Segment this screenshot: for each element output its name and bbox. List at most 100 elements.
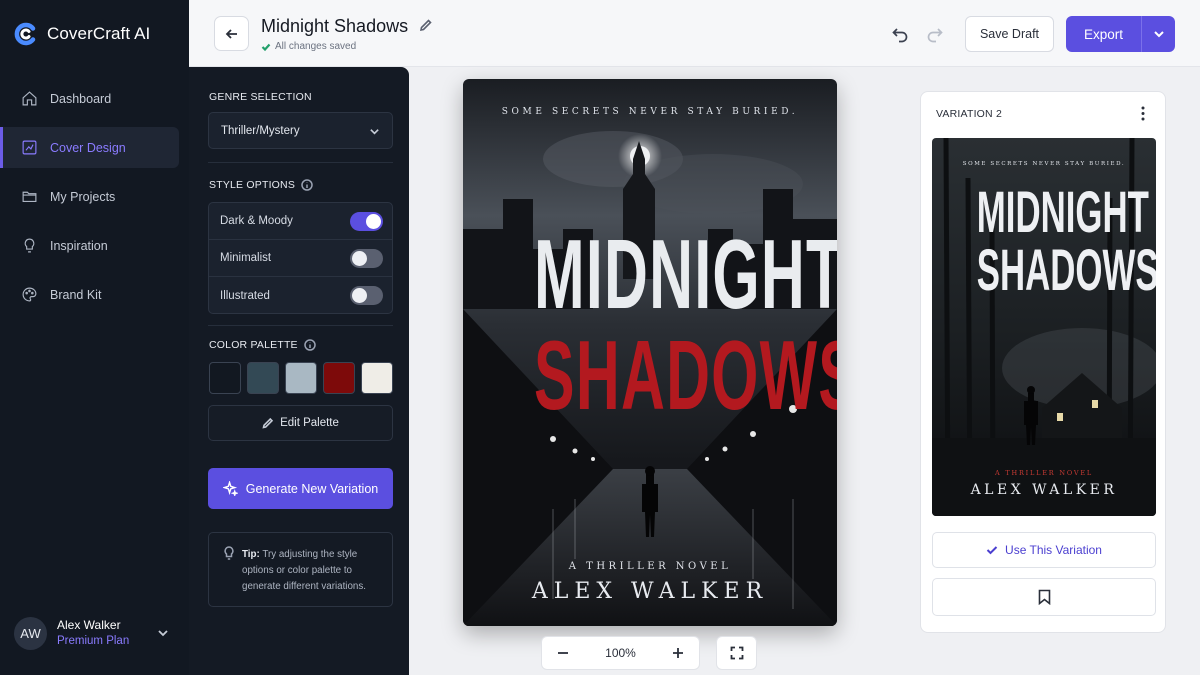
color-swatch-4[interactable] — [323, 362, 355, 394]
bookmark-icon — [1038, 589, 1050, 605]
use-variation-label: Use This Variation — [1005, 543, 1102, 557]
genre-select[interactable]: Thriller/Mystery — [208, 112, 393, 149]
chevron-down-icon — [1153, 31, 1164, 38]
sidebar: CoverCraft AI Dashboard Cover Design My … — [0, 0, 189, 675]
avatar: AW — [14, 617, 47, 650]
user-name: Alex Walker — [57, 618, 121, 633]
style-option-label: Minimalist — [220, 252, 272, 264]
generate-variation-button[interactable]: Generate New Variation — [208, 468, 393, 509]
info-icon[interactable] — [301, 179, 313, 191]
cover-subtitle: A THRILLER NOVEL — [568, 561, 732, 572]
sidebar-item-label: My Projects — [50, 189, 116, 204]
use-variation-button[interactable]: Use This Variation — [932, 532, 1156, 568]
fullscreen-icon — [730, 646, 743, 660]
zoom-controls: 100% — [541, 636, 700, 670]
info-icon[interactable] — [304, 339, 316, 351]
sidebar-item-brand-kit[interactable]: Brand Kit — [0, 274, 179, 315]
color-swatches — [209, 362, 393, 394]
style-option-minimalist: Minimalist — [209, 240, 392, 277]
user-menu[interactable]: AW Alex Walker Premium Plan — [14, 617, 179, 650]
export-button-group: Export — [1066, 16, 1175, 52]
genre-value: Thriller/Mystery — [221, 124, 300, 137]
save-draft-button[interactable]: Save Draft — [965, 16, 1054, 52]
edit-palette-label: Edit Palette — [280, 417, 339, 429]
tip-box: Tip: Try adjusting the style options or … — [208, 532, 393, 607]
genre-label: GENRE SELECTION — [209, 91, 312, 103]
style-options: Dark & Moody Minimalist Illustrated — [208, 202, 393, 314]
sidebar-item-label: Cover Design — [50, 140, 126, 155]
tip-text: Tip: Try adjusting the style options or … — [242, 547, 382, 595]
style-option-illustrated: Illustrated — [209, 277, 392, 314]
sidebar-item-cover-design[interactable]: Cover Design — [0, 127, 179, 168]
chevron-down-icon[interactable] — [157, 627, 169, 639]
check-icon — [986, 546, 998, 555]
cover-author: ALEX WALKER — [531, 579, 769, 604]
lightbulb-icon — [24, 238, 35, 253]
sidebar-item-label: Dashboard — [50, 91, 112, 106]
divider — [208, 325, 393, 326]
color-swatch-3[interactable] — [285, 362, 317, 394]
save-status: All changes saved — [261, 41, 356, 52]
sidebar-item-dashboard[interactable]: Dashboard — [0, 78, 179, 119]
zoom-out-icon[interactable] — [556, 646, 570, 660]
palette-icon — [22, 287, 37, 302]
pencil-icon[interactable] — [419, 18, 433, 32]
user-plan: Premium Plan — [57, 634, 130, 647]
tip-body: Try adjusting the style options or color… — [242, 549, 366, 592]
toggle-knob — [366, 213, 381, 229]
style-option-label: Illustrated — [220, 289, 270, 302]
variation-label: VARIATION 2 — [936, 108, 1002, 120]
edit-palette-button[interactable]: Edit Palette — [208, 405, 393, 441]
check-icon — [261, 43, 271, 51]
zoom-in-icon[interactable] — [671, 646, 685, 660]
user-info: Alex Walker Premium Plan — [57, 618, 129, 649]
fullscreen-button[interactable] — [716, 636, 757, 670]
chevron-down-icon — [370, 129, 379, 135]
sidebar-item-label: Brand Kit — [50, 287, 102, 302]
style-option-dark-moody: Dark & Moody — [209, 203, 392, 240]
app-name: CoverCraft AI — [47, 24, 151, 43]
variation-title-line-1: MIDNIGHT — [976, 180, 1149, 245]
minimalist-toggle[interactable] — [350, 248, 383, 268]
sidebar-item-inspiration[interactable]: Inspiration — [0, 225, 179, 266]
redo-icon[interactable] — [926, 25, 944, 43]
tip-label: Tip: — [242, 549, 260, 560]
cover-tagline: SOME SECRETS NEVER STAY BURIED. — [501, 107, 799, 117]
color-swatch-1[interactable] — [209, 362, 241, 394]
sparkle-icon — [222, 481, 238, 496]
undo-icon[interactable] — [891, 25, 909, 43]
dark-moody-toggle[interactable] — [350, 211, 383, 231]
cover-title-line-1: MIDNIGHT — [534, 219, 837, 329]
covercraft-logo-icon — [14, 22, 36, 46]
more-options-icon[interactable] — [1141, 106, 1145, 121]
bookmark-button[interactable] — [932, 578, 1156, 616]
color-swatch-5[interactable] — [361, 362, 393, 394]
variation-author: ALEX WALKER — [970, 482, 1118, 498]
sidebar-item-my-projects[interactable]: My Projects — [0, 176, 179, 217]
variation-tagline: SOME SECRETS NEVER STAY BURIED. — [962, 161, 1126, 167]
palette-section-label: COLOR PALETTE — [209, 339, 316, 351]
save-status-text: All changes saved — [275, 41, 357, 52]
home-icon — [22, 91, 37, 106]
pencil-icon — [262, 417, 274, 429]
color-swatch-2[interactable] — [247, 362, 279, 394]
back-button[interactable] — [214, 16, 249, 51]
variation-cover-preview[interactable]: SOME SECRETS NEVER STAY BURIED. MIDNIGHT… — [932, 138, 1156, 516]
design-icon — [22, 140, 37, 155]
toggle-knob — [352, 288, 367, 303]
variation-card: VARIATION 2 SOME SECRETS NEVER STAY BURI… — [920, 91, 1166, 633]
export-dropdown-button[interactable] — [1141, 16, 1175, 52]
illustrated-toggle[interactable] — [350, 286, 383, 305]
palette-label: COLOR PALETTE — [209, 339, 298, 351]
divider — [208, 162, 393, 163]
style-label: STYLE OPTIONS — [209, 179, 296, 191]
sidebar-nav: Dashboard Cover Design My Projects Inspi… — [0, 78, 189, 323]
genre-section-label: GENRE SELECTION — [209, 91, 312, 103]
brand[interactable]: CoverCraft AI — [14, 22, 150, 46]
variation-subtitle: A THRILLER NOVEL — [994, 469, 1094, 477]
export-button[interactable]: Export — [1066, 16, 1141, 52]
zoom-level: 100% — [605, 646, 636, 660]
generate-label: Generate New Variation — [245, 481, 379, 496]
style-section-label: STYLE OPTIONS — [209, 179, 313, 191]
cover-preview[interactable]: SOME SECRETS NEVER STAY BURIED. MIDNIGHT… — [463, 79, 837, 626]
